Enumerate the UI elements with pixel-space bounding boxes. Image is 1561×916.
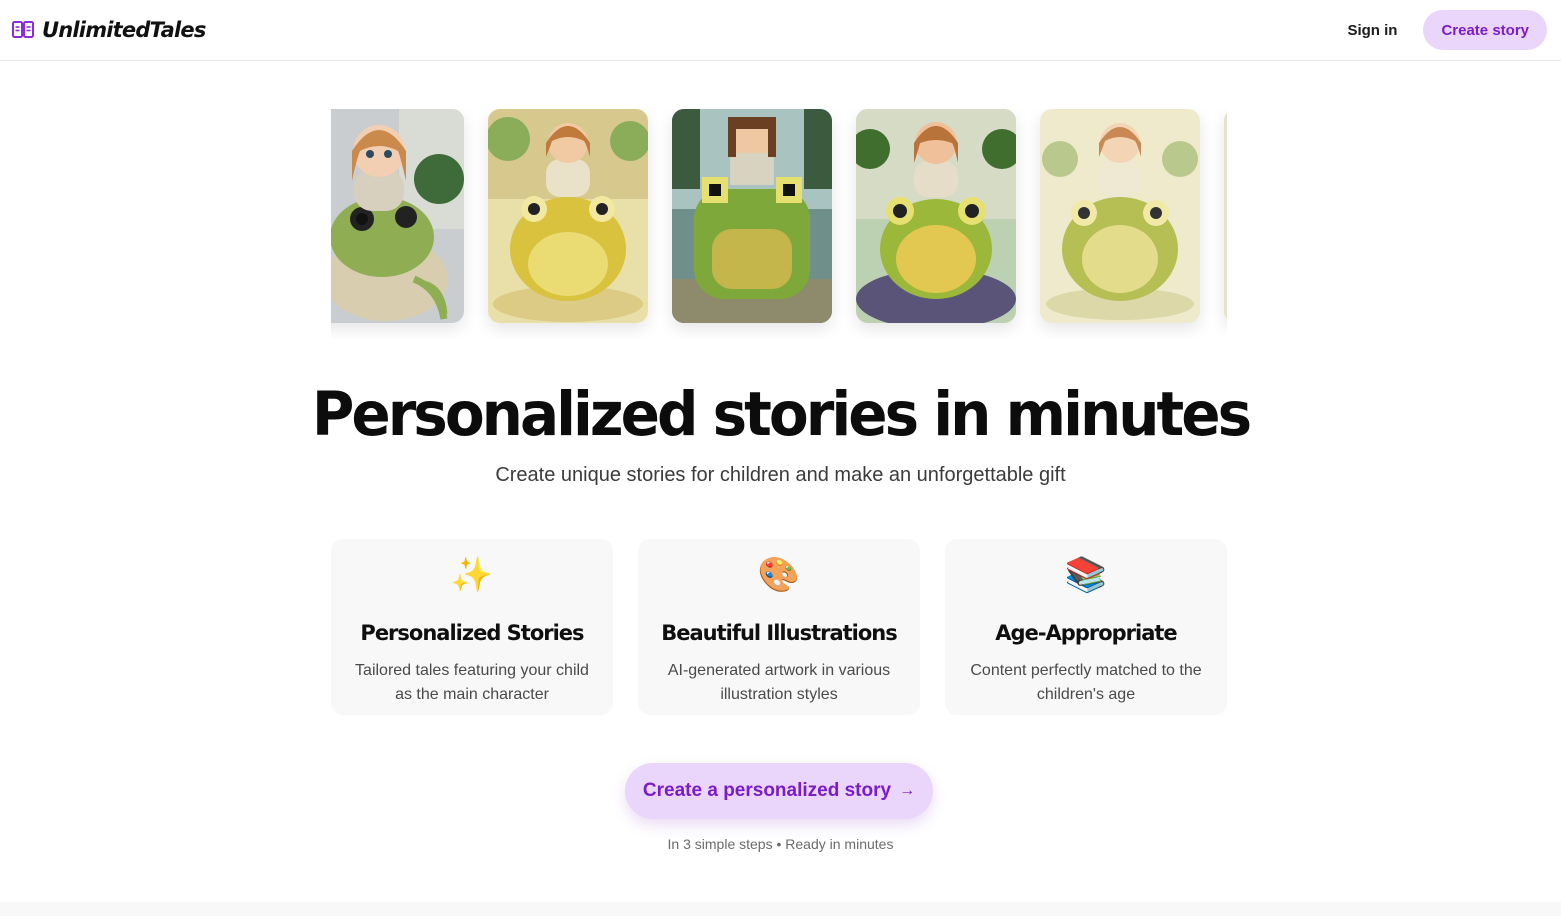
open-book-icon xyxy=(12,21,34,38)
brand-name: UnlimitedTales xyxy=(42,18,206,42)
girl-on-frog-clay-illustration xyxy=(856,109,1016,323)
girl-on-frog-3d-illustration xyxy=(331,109,464,323)
carousel-slide xyxy=(672,109,832,323)
carousel-slide xyxy=(1040,109,1200,323)
books-icon: 📚 xyxy=(1064,556,1108,594)
feature-description: AI-generated artwork in various illustra… xyxy=(667,662,891,703)
carousel-next-illustration xyxy=(1224,109,1227,323)
create-personalized-story-button[interactable]: Create a personalized story → xyxy=(625,763,933,819)
next-section-edge xyxy=(0,902,1561,916)
feature-title: Age-Appropriate xyxy=(995,621,1177,645)
feature-card-age: 📚 Age-Appropriate Content perfectly matc… xyxy=(945,539,1227,715)
cta-label: Create a personalized story xyxy=(642,780,892,801)
carousel-slide xyxy=(488,109,648,323)
carousel-slide xyxy=(1224,109,1227,323)
carousel-slide xyxy=(331,109,464,323)
girl-on-frog-watercolor-illustration xyxy=(488,109,648,323)
feature-title: Beautiful Illustrations xyxy=(661,621,898,645)
feature-description: Tailored tales featuring your child as t… xyxy=(355,662,589,703)
girl-on-frog-pencil-illustration xyxy=(1040,109,1200,323)
palette-icon: 🎨 xyxy=(757,556,801,594)
feature-card-illustrations: 🎨 Beautiful Illustrations AI-generated a… xyxy=(638,539,920,715)
sign-in-link[interactable]: Sign in xyxy=(1347,22,1397,39)
sparkles-icon: ✨ xyxy=(450,556,494,594)
feature-description: Content perfectly matched to the childre… xyxy=(970,662,1202,703)
illustration-carousel[interactable] xyxy=(331,109,1227,339)
hero-title: Personalized stories in minutes xyxy=(311,378,1252,450)
carousel-slide xyxy=(856,109,1016,323)
nav-actions: Sign in Create story xyxy=(1347,10,1547,50)
hero-subtitle: Create unique stories for children and m… xyxy=(495,464,1066,486)
feature-card-personalized: ✨ Personalized Stories Tailored tales fe… xyxy=(331,539,613,715)
feature-cards: ✨ Personalized Stories Tailored tales fe… xyxy=(331,539,1227,715)
brand-logo-link[interactable]: UnlimitedTales xyxy=(12,18,206,42)
arrow-right-icon: → xyxy=(899,782,916,799)
create-story-button[interactable]: Create story xyxy=(1423,10,1547,50)
feature-title: Personalized Stories xyxy=(360,621,584,645)
top-navbar: UnlimitedTales Sign in Create story xyxy=(0,0,1561,61)
girl-on-frog-pixel-illustration xyxy=(672,109,832,323)
cta-note: In 3 simple steps • Ready in minutes xyxy=(667,836,894,852)
